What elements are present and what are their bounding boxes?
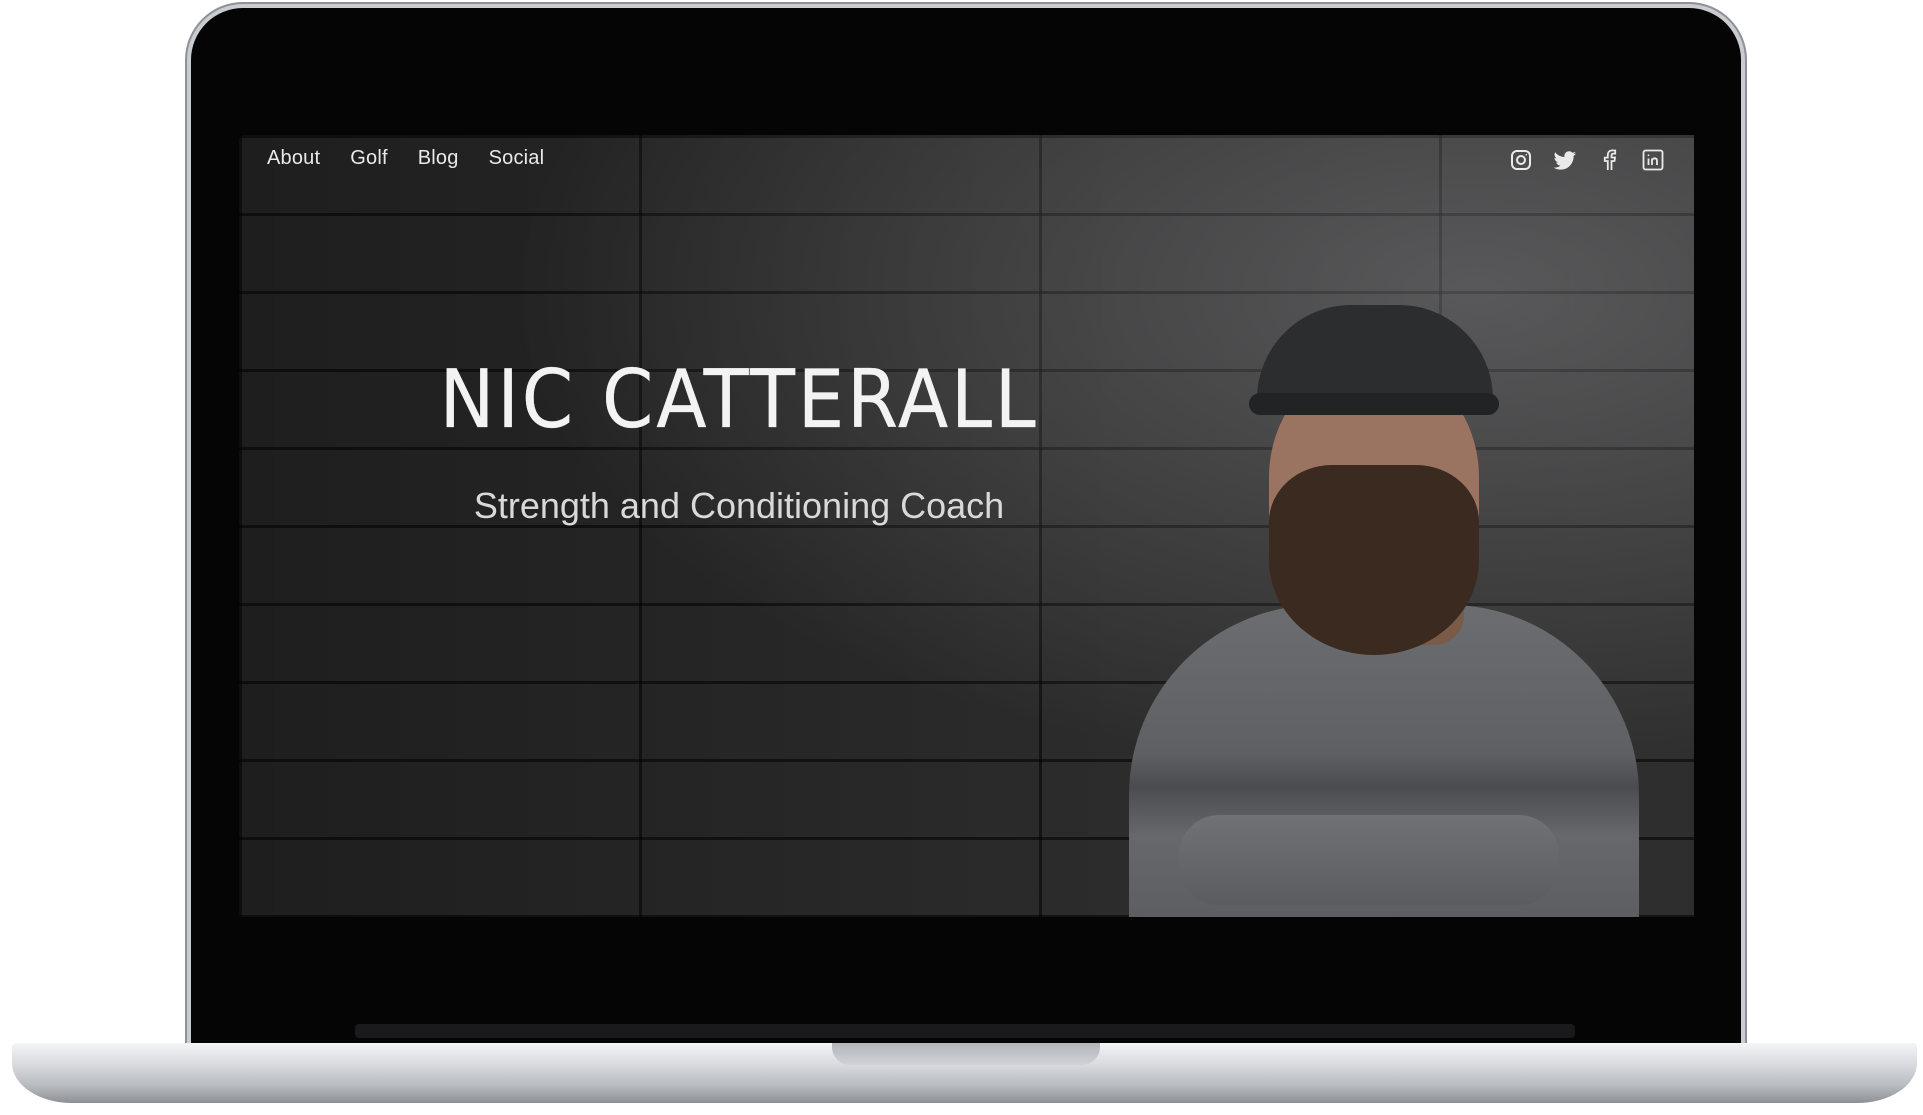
hero-subtitle: Strength and Conditioning Coach [473, 485, 1005, 526]
social-links [1508, 147, 1666, 173]
facebook-icon [1603, 149, 1617, 170]
website-screen: About Golf Blog Social NIC CATTERALL Str… [239, 135, 1694, 917]
linkedin-icon [1642, 149, 1664, 171]
laptop-notch [832, 1043, 1100, 1065]
twitter-link[interactable] [1552, 147, 1578, 173]
nav-link-golf[interactable]: Golf [350, 147, 387, 170]
person-crossed-arms [1179, 815, 1559, 905]
nav-link-about[interactable]: About [267, 147, 320, 170]
nav-link-blog[interactable]: Blog [418, 147, 459, 170]
instagram-icon [1511, 150, 1531, 170]
instagram-link[interactable] [1508, 147, 1534, 173]
hero-title: NIC CATTERALL [439, 353, 1039, 446]
person-cap-brim [1249, 393, 1499, 415]
facebook-link[interactable] [1596, 147, 1622, 173]
laptop-hinge [355, 1024, 1575, 1038]
twitter-icon [1553, 151, 1576, 170]
linkedin-link[interactable] [1640, 147, 1666, 173]
main-nav: About Golf Blog Social [267, 147, 544, 170]
person-beard [1269, 465, 1479, 655]
nav-link-social[interactable]: Social [489, 147, 545, 170]
